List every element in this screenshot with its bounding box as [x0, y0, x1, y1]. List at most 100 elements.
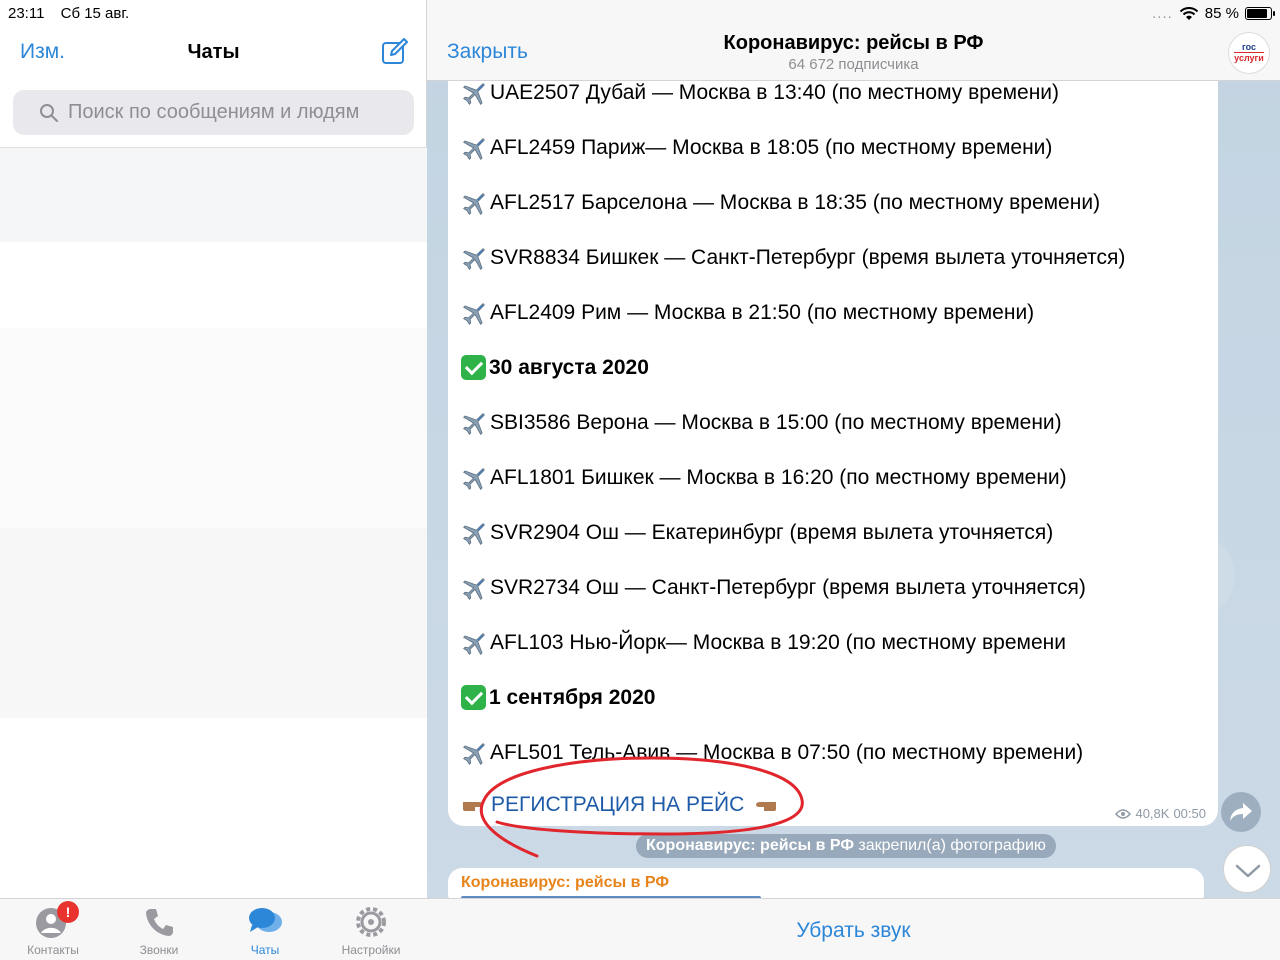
tab-calls[interactable]: Звонки: [106, 905, 212, 957]
eye-icon: [1115, 808, 1132, 819]
status-bar: 23:11 Сб 15 авг. .... 85 %: [0, 0, 1280, 26]
flight-text: SVR2904 Ош — Екатеринбург (время вылета …: [490, 521, 1054, 544]
phone-icon: [141, 905, 177, 939]
check-mark-icon: [461, 355, 486, 380]
flight-line: SVR2904 Ош — Екатеринбург (время вылета …: [461, 520, 1053, 546]
flight-text: SBI3586 Верона — Москва в 15:00 (по мест…: [490, 411, 1062, 434]
pin-action: закрепил(а) фотографию: [858, 837, 1046, 854]
airplane-icon: [463, 578, 485, 600]
flight-line: AFL501 Тель-Авив — Москва в 07:50 (по ме…: [461, 740, 1083, 766]
check-mark-icon: [461, 685, 486, 710]
status-right: .... 85 %: [1152, 5, 1275, 22]
airplane-icon: [463, 413, 485, 435]
airplane-icon: [463, 138, 485, 160]
share-icon: [1230, 803, 1252, 821]
battery-icon: [1245, 7, 1275, 20]
flight-text: SVR8834 Бишкек — Санкт-Петербург (время …: [490, 246, 1126, 269]
chat-list-pane: Изм. Чаты Поиск по сообщениям и людям ! …: [0, 0, 427, 960]
status-date: Сб 15 авг.: [60, 5, 130, 22]
airplane-icon: [463, 248, 485, 270]
blurred-chat-row[interactable]: [0, 148, 427, 242]
conversation-pane: Закрыть Коронавирус: рейсы в РФ 64 672 п…: [427, 0, 1280, 960]
next-message-author: Коронавирус: рейсы в РФ: [461, 874, 669, 891]
chevron-down-icon: [1235, 864, 1261, 878]
channel-subscribers: 64 672 подписчика: [788, 56, 919, 73]
cellular-signal: ....: [1152, 5, 1173, 22]
date-header: 1 сентября 2020: [461, 685, 655, 710]
flight-text: SVR2734 Ош — Санкт-Петербург (время выле…: [490, 576, 1086, 599]
flight-text: AFL2517 Барселона — Москва в 18:35 (по м…: [490, 191, 1101, 214]
contacts-icon: !: [35, 901, 79, 939]
tab-label: Контакты: [27, 943, 79, 957]
status-left: 23:11 Сб 15 авг.: [8, 5, 141, 22]
flight-line: AFL2409 Рим — Москва в 21:50 (по местном…: [461, 300, 1034, 326]
tab-chats[interactable]: Чаты: [212, 905, 318, 957]
message-time: 00:50: [1173, 806, 1206, 821]
chats-icon: [247, 905, 283, 939]
contacts-badge: !: [57, 901, 79, 923]
date-header: 30 августа 2020: [461, 355, 649, 380]
tab-label: Чаты: [250, 943, 280, 957]
screen: 23:11 Сб 15 авг. .... 85 % Изм. Чаты Пои…: [0, 0, 1280, 960]
message-meta: 40,8K 00:50: [1115, 806, 1206, 821]
flight-text: UAE2507 Дубай — Москва в 13:40 (по местн…: [490, 81, 1060, 104]
tab-settings[interactable]: Настройки: [318, 905, 424, 957]
flight-line: AFL1801 Бишкек — Москва в 16:20 (по мест…: [461, 465, 1067, 491]
airplane-icon: [463, 523, 485, 545]
chat-list-header: Изм. Чаты: [0, 26, 427, 82]
share-button[interactable]: [1221, 792, 1261, 832]
blurred-chat-row[interactable]: [0, 528, 427, 718]
flight-line: AFL103 Нью-Йорк— Москва в 19:20 (по мест…: [461, 630, 1066, 656]
flight-line: UAE2507 Дубай — Москва в 13:40 (по местн…: [461, 80, 1059, 106]
pin-channel: Коронавирус: рейсы в РФ: [646, 837, 854, 854]
chat-list-blurred[interactable]: [0, 148, 427, 898]
status-time: 23:11: [8, 5, 45, 22]
wifi-icon: [1179, 6, 1199, 20]
channel-avatar[interactable]: гос услуги: [1228, 32, 1270, 74]
tab-label: Настройки: [341, 943, 401, 957]
view-count: 40,8K: [1135, 806, 1170, 821]
airplane-icon: [463, 468, 485, 490]
flight-text: AFL2409 Рим — Москва в 21:50 (по местном…: [490, 301, 1035, 324]
flight-line: AFL2517 Барселона — Москва в 18:35 (по м…: [461, 190, 1100, 216]
airplane-icon: [463, 303, 485, 325]
mute-button[interactable]: Убрать звук: [427, 919, 1280, 943]
settings-icon: [353, 905, 389, 939]
channel-title[interactable]: Коронавирус: рейсы в РФ: [427, 32, 1280, 55]
pin-notice: Коронавирус: рейсы в РФ закрепил(а) фото…: [636, 834, 1056, 858]
avatar-text: услуги: [1234, 52, 1264, 63]
flight-text: AFL2459 Париж— Москва в 18:05 (по местно…: [490, 136, 1053, 159]
message-bubble[interactable]: UAE2507 Дубай — Москва в 13:40 (по местн…: [448, 60, 1218, 826]
flight-line: SBI3586 Верона — Москва в 15:00 (по мест…: [461, 410, 1062, 436]
flight-text: AFL1801 Бишкек — Москва в 16:20 (по мест…: [490, 466, 1067, 489]
tab-bar: ! Контакты Звонки Чаты Настройки: [0, 898, 427, 960]
flight-text: AFL103 Нью-Йорк— Москва в 19:20 (по мест…: [490, 631, 1066, 654]
battery-level: [1247, 9, 1267, 18]
airplane-icon: [463, 193, 485, 215]
flight-line: AFL2459 Париж— Москва в 18:05 (по местно…: [461, 135, 1052, 161]
chat-list-title: Чаты: [187, 41, 240, 63]
scroll-down-button[interactable]: [1223, 845, 1271, 893]
flight-line: SVR8834 Бишкек — Санкт-Петербург (время …: [461, 245, 1125, 271]
tab-contacts[interactable]: ! Контакты: [0, 901, 106, 957]
avatar-text: гос: [1241, 42, 1256, 52]
battery-percent: 85 %: [1204, 5, 1239, 22]
registration-link[interactable]: РЕГИСТРАЦИЯ НА РЕЙС: [491, 793, 744, 817]
search-input[interactable]: Поиск по сообщениям и людям: [13, 90, 414, 135]
airplane-icon: [463, 83, 485, 105]
search-placeholder: Поиск по сообщениям и людям: [68, 101, 360, 123]
pointing-right-icon: [463, 802, 483, 811]
tab-label: Звонки: [139, 943, 179, 957]
blurred-chat-row[interactable]: [0, 328, 427, 528]
flight-line: SVR2734 Ош — Санкт-Петербург (время выле…: [461, 575, 1086, 601]
date-text: 30 августа 2020: [489, 355, 649, 379]
register-line[interactable]: РЕГИСТРАЦИЯ НА РЕЙС: [461, 793, 778, 817]
airplane-icon: [463, 633, 485, 655]
flight-text: AFL501 Тель-Авив — Москва в 07:50 (по ме…: [490, 741, 1084, 764]
search-icon: [40, 104, 58, 122]
airplane-icon: [463, 743, 485, 765]
bottom-bar: Убрать звук: [427, 898, 1280, 960]
pointing-left-icon: [756, 802, 777, 811]
date-text: 1 сентября 2020: [489, 685, 656, 709]
compose-icon[interactable]: [381, 38, 409, 66]
